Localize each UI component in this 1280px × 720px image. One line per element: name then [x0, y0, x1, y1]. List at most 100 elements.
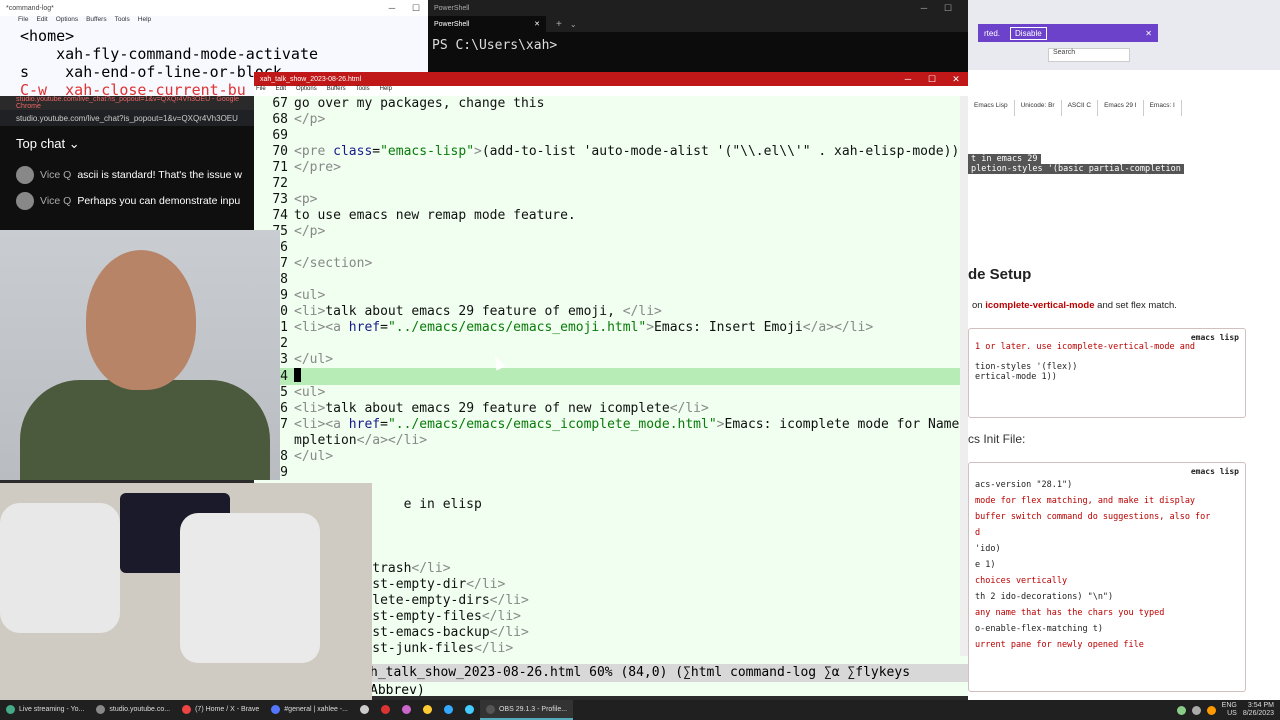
maximize-icon[interactable]: ☐	[404, 3, 428, 14]
emacs-title: xah_talk_show_2023-08-26.html	[260, 75, 362, 83]
menu-tools[interactable]: Tools	[356, 86, 370, 96]
menu-help[interactable]: Help	[380, 86, 392, 96]
close-tab-icon[interactable]: ✕	[534, 20, 540, 28]
menu-options[interactable]: Options	[296, 86, 317, 96]
menu-edit[interactable]: Edit	[36, 16, 47, 27]
minimize-icon[interactable]: ─	[912, 3, 936, 14]
search-input[interactable]: Search	[1048, 48, 1130, 62]
webcam-person-body	[20, 380, 270, 480]
language-indicator[interactable]: ENG US	[1222, 702, 1237, 718]
chat-text: ascii is standard! That's the issue w	[77, 169, 242, 181]
tray-icon[interactable]	[1191, 705, 1201, 715]
chevron-down-icon[interactable]: ⌄	[562, 20, 577, 29]
new-tab-icon[interactable]: +	[546, 19, 562, 30]
avatar[interactable]	[16, 166, 34, 184]
tab-unicode[interactable]: Unicode: Br	[1015, 100, 1062, 116]
taskbar-app[interactable]	[417, 700, 438, 720]
chat-text: Perhaps you can demonstrate inpu	[77, 195, 241, 207]
tab-emacs-lisp[interactable]: Emacs Lisp	[968, 100, 1015, 116]
obs-icon	[485, 704, 495, 714]
menu-buffers[interactable]: Buffers	[327, 86, 346, 96]
chat-author[interactable]: Vice Q	[40, 169, 71, 181]
command-log-menubar: File Edit Options Buffers Tools Help	[0, 16, 428, 27]
code-box: emacs lisp acs-version "28.1") mode for …	[968, 462, 1246, 692]
close-icon[interactable]: ✕	[944, 74, 968, 85]
chat-message: Vice Q Perhaps you can demonstrate inpu	[0, 188, 256, 214]
browser-tabbar: Emacs Lisp Unicode: Br ASCII C Emacs 29 …	[968, 100, 1280, 116]
text-cursor	[294, 368, 301, 382]
current-line: 84	[254, 368, 960, 385]
taskbar-app[interactable]	[354, 700, 375, 720]
keyboard-right-image	[180, 513, 320, 663]
powershell-titlebar[interactable]: PowerShell ─☐✕	[428, 0, 984, 16]
taskbar-app[interactable]	[396, 700, 417, 720]
app-icon	[359, 704, 369, 714]
tab-powershell[interactable]: PowerShell ✕	[428, 16, 546, 32]
code-line: 67 go over my packages, change this	[272, 96, 545, 111]
close-icon[interactable]: ✕	[1145, 29, 1158, 38]
menu-options[interactable]: Options	[56, 16, 78, 27]
minimize-icon[interactable]: ─	[896, 74, 920, 85]
maximize-icon[interactable]: ☐	[920, 74, 944, 85]
maximize-icon[interactable]: ☐	[936, 3, 960, 14]
disable-button[interactable]: Disable	[1010, 26, 1047, 40]
code-line: 86 <li>talk about emacs 29 feature of new…	[272, 401, 709, 416]
clock[interactable]: 3:54 PM 8/26/2023	[1243, 702, 1274, 718]
menu-file[interactable]: File	[256, 86, 266, 96]
tray-icon[interactable]	[1176, 705, 1186, 715]
menu-tools[interactable]: Tools	[115, 16, 130, 27]
chat-author[interactable]: Vice Q	[40, 195, 71, 207]
chevron-down-icon: ⌄	[68, 136, 80, 151]
powershell-prompt[interactable]: PS C:\Users\xah>	[428, 32, 984, 59]
taskbar-studio[interactable]: studio.youtube.co...	[90, 700, 176, 720]
discord-icon	[271, 704, 281, 714]
section-heading: de Setup	[968, 266, 1032, 283]
taskbar-app[interactable]	[459, 700, 480, 720]
powershell-tabbar: PowerShell ✕ + ⌄	[428, 16, 984, 32]
taskbar-obs[interactable]: OBS 29.1.3 - Profile...	[479, 700, 574, 720]
emacs-titlebar[interactable]: xah_talk_show_2023-08-26.html ─ ☐ ✕	[254, 72, 968, 86]
taskbar-app[interactable]	[375, 700, 396, 720]
extension-banner: rted. Disable ✕	[978, 24, 1158, 42]
code-line: 79 <ul>	[272, 288, 326, 303]
code-line: 72	[272, 176, 288, 191]
taskbar-brave[interactable]: (7) Home / X - Brave	[176, 700, 265, 720]
menu-help[interactable]: Help	[138, 16, 151, 27]
vertical-scrollbar[interactable]	[960, 96, 968, 656]
code-line: 77 </section>	[272, 256, 373, 271]
code-line: t in emacs 29	[968, 154, 1041, 164]
app-icon	[443, 704, 453, 714]
log-line: <home>	[20, 27, 75, 45]
command-log-titlebar[interactable]: *command-log* ─ ☐	[0, 0, 428, 16]
tab-emacs29[interactable]: Emacs 29 I	[1098, 100, 1144, 116]
powershell-title: PowerShell	[434, 4, 470, 12]
code-line: 89	[272, 465, 288, 480]
minimize-icon[interactable]: ─	[380, 3, 404, 14]
webcam-person-head	[86, 250, 196, 390]
app-icon	[380, 704, 390, 714]
menu-file[interactable]: File	[18, 16, 28, 27]
code-line: 74 to use emacs new remap mode feature.	[272, 208, 576, 223]
tray-icon[interactable]	[1206, 705, 1216, 715]
url-bar[interactable]: studio.youtube.com/live_chat?is_popout=1…	[0, 110, 256, 126]
app-icon	[401, 704, 411, 714]
chrome-icon	[6, 704, 15, 714]
emacs-menubar: File Edit Options Buffers Tools Help	[254, 86, 968, 96]
top-chat-dropdown[interactable]: Top chat ⌄	[0, 126, 256, 162]
menu-buffers[interactable]: Buffers	[86, 16, 106, 27]
webcam-face	[0, 230, 280, 480]
code-line: 83 </ul>	[272, 352, 334, 367]
avatar[interactable]	[16, 192, 34, 210]
tab-ascii[interactable]: ASCII C	[1062, 100, 1099, 116]
powershell-window: PowerShell ─☐✕ PowerShell✕ + ⌄ PS C:\Use…	[428, 0, 984, 72]
menu-edit[interactable]: Edit	[276, 86, 286, 96]
taskbar-app[interactable]	[438, 700, 459, 720]
taskbar-chrome-live[interactable]: Live streaming - Yo...	[0, 700, 90, 720]
tab-emacs-active[interactable]: Emacs: I	[1143, 100, 1182, 116]
taskbar-discord[interactable]: #general | xahlee -...	[265, 700, 354, 720]
keyboard-left-image	[0, 503, 120, 633]
code-line: 87 <li><a href="../emacs/emacs/emacs_icom…	[272, 417, 968, 432]
code-line: 75 </p>	[272, 224, 326, 239]
chat-message: Vice Q ascii is standard! That's the iss…	[0, 162, 256, 188]
code-line: 73 <p>	[272, 192, 318, 207]
